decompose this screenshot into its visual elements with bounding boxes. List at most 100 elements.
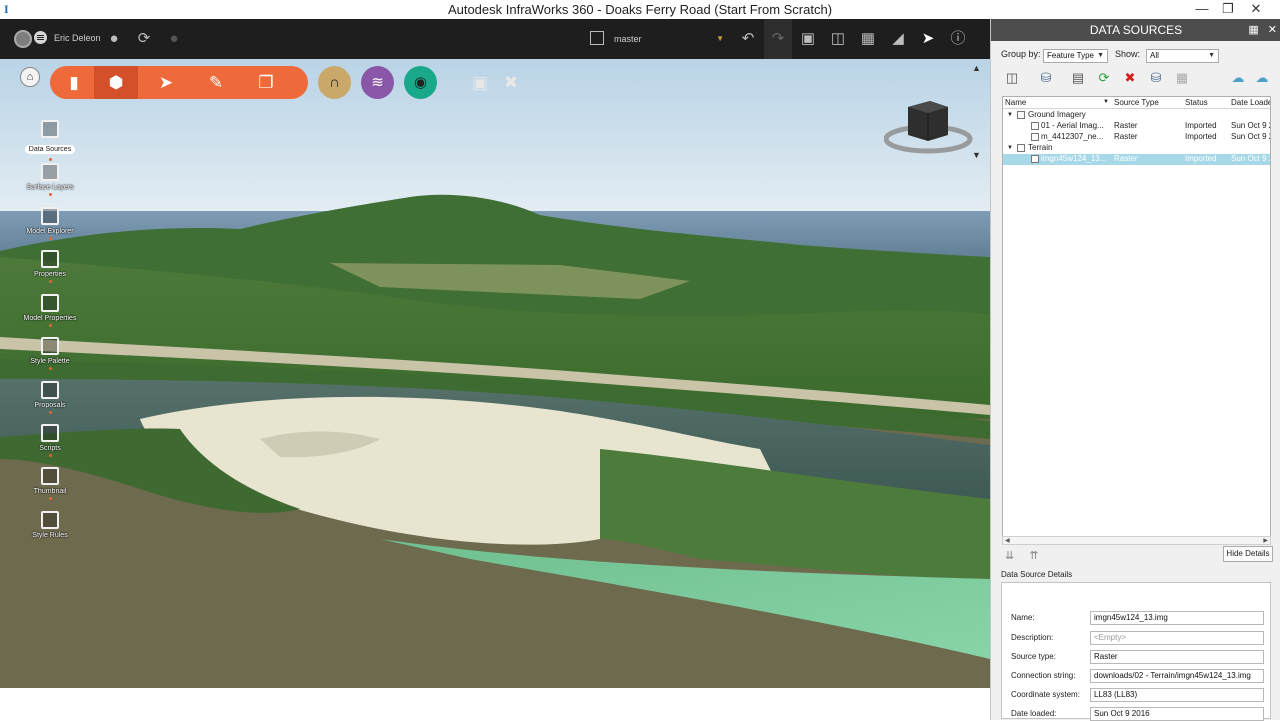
rail-item-style-rules[interactable]: Style Rules xyxy=(20,511,80,539)
rail-item-scripts[interactable]: Scripts xyxy=(20,424,80,457)
scroll-down-icon[interactable]: ▼ xyxy=(972,150,981,160)
group-row[interactable]: ▼ Terrain xyxy=(1003,143,1270,154)
sketch-tool-icon[interactable]: ✎ xyxy=(194,66,238,99)
column-header[interactable]: Status xyxy=(1185,98,1208,107)
scroll-right-icon[interactable]: ▶ xyxy=(1263,537,1268,544)
window-title: Autodesk InfraWorks 360 - Doaks Ferry Ro… xyxy=(447,2,833,17)
scroll-left-icon[interactable]: ◀ xyxy=(1005,537,1010,544)
name-field[interactable]: imgn45w124_13.img xyxy=(1090,611,1264,625)
avatar[interactable] xyxy=(14,30,32,48)
roads-tool-icon[interactable]: ∩ xyxy=(318,66,351,99)
close-icon[interactable]: ✕ xyxy=(1242,0,1270,19)
bridge-tool-icon[interactable]: ≋ xyxy=(361,66,394,99)
measure-icon[interactable]: ◢ xyxy=(888,29,908,49)
database-icon[interactable]: ⛁ xyxy=(1037,69,1055,87)
rail-item-thumbnail[interactable]: Thumbnail xyxy=(20,467,80,500)
show-select[interactable]: All ▼ xyxy=(1146,49,1219,63)
help-icon[interactable]: ⓘ xyxy=(948,29,968,49)
rail-item-style-palette[interactable]: Style Palette xyxy=(20,337,80,370)
present-icon[interactable]: ▣ xyxy=(469,72,491,94)
design-tool-icon[interactable]: ▮ xyxy=(52,66,96,99)
panel-options-icon[interactable]: ▦ xyxy=(1248,24,1258,36)
rail-dot xyxy=(48,411,52,414)
import-icon[interactable]: ☁ xyxy=(1229,69,1247,87)
group-by-select[interactable]: Feature Type ▼ xyxy=(1043,49,1108,63)
scroll-up-icon[interactable]: ▲ xyxy=(972,63,981,73)
snapshot-icon[interactable]: ▣ xyxy=(798,29,818,49)
record-icon[interactable]: ● xyxy=(104,29,124,49)
rail-item-properties[interactable]: Properties xyxy=(20,250,80,283)
connection-string-field[interactable]: downloads/02 - Terrain/imgn45w124_13.img xyxy=(1090,669,1264,683)
viewcube-icon[interactable] xyxy=(884,99,974,157)
style-palette-icon xyxy=(41,337,59,355)
branch-selector[interactable]: master ▼ xyxy=(590,29,724,49)
chevron-down-icon: ▼ xyxy=(716,34,724,43)
source-type-field[interactable]: Raster xyxy=(1090,650,1264,664)
settings-tools-icon[interactable]: ✖ xyxy=(500,72,522,94)
configure-icon[interactable]: ▤ xyxy=(1069,69,1087,87)
copy-tool-icon[interactable]: ❐ xyxy=(244,66,288,99)
folder-icon xyxy=(1017,111,1025,119)
delete-icon[interactable]: ✖ xyxy=(1121,69,1139,87)
sync-icon[interactable]: ⟳ xyxy=(134,29,154,49)
panel-close-icon[interactable]: ✕ xyxy=(1268,24,1277,36)
select-cursor-icon[interactable]: ➤ xyxy=(918,29,938,49)
properties-grid-icon[interactable]: ▦ xyxy=(1173,69,1191,87)
table-row-selected[interactable]: imgn45w124_13... Raster Imported Sun Oct… xyxy=(1003,154,1271,165)
expand-icon[interactable]: ▼ xyxy=(1007,145,1013,151)
undo-icon[interactable]: ↶ xyxy=(738,29,758,49)
branch-label: master xyxy=(614,34,642,44)
rail-item-proposals[interactable]: Proposals xyxy=(20,381,80,414)
detail-label: Source type: xyxy=(1011,652,1056,661)
expand-icon[interactable]: ▼ xyxy=(1007,112,1013,118)
rail-item-model-explorer[interactable]: Model Explorer xyxy=(20,207,80,240)
horizontal-scrollbar[interactable]: ◀ ▶ xyxy=(1002,536,1271,545)
detail-coordinate-row: Coordinate system: LL83 (LL83) xyxy=(1002,688,1272,702)
date-loaded-field[interactable]: Sun Oct 9 2016 xyxy=(1090,707,1264,721)
rail-dot xyxy=(48,193,52,196)
cloud-sync-icon[interactable]: ☁ xyxy=(1253,69,1271,87)
menu-icon[interactable] xyxy=(34,31,47,44)
sort-chevron-icon[interactable]: ▼ xyxy=(1103,99,1109,105)
collaborate-icon[interactable]: ● xyxy=(164,29,184,49)
column-header[interactable]: Date Loade xyxy=(1231,98,1270,107)
row-name: 01 - Aerial Imag... xyxy=(1041,121,1104,130)
table-row[interactable]: m_4412307_ne... Raster Imported Sun Oct … xyxy=(1003,132,1270,143)
rail-item-surface-layers[interactable]: Surface Layers xyxy=(20,163,80,196)
details-nav: ⇊ ⇈ xyxy=(1005,549,1039,562)
table-row[interactable]: 01 - Aerial Imag... Raster Imported Sun … xyxy=(1003,121,1270,132)
style-rules-icon xyxy=(41,511,59,529)
description-field[interactable]: <Empty> xyxy=(1090,631,1264,645)
column-header[interactable]: Name xyxy=(1005,98,1026,107)
home-icon[interactable]: ⌂ xyxy=(20,67,40,87)
refresh-icon[interactable]: ⟳ xyxy=(1095,69,1113,87)
hide-details-button[interactable]: Hide Details xyxy=(1223,546,1273,562)
model-viewport[interactable] xyxy=(0,19,990,688)
row-status: Imported xyxy=(1185,121,1217,130)
fullscreen-icon[interactable]: ▦ xyxy=(858,29,878,49)
group-by-label: Group by: xyxy=(1001,49,1041,59)
coordinate-system-field[interactable]: LL83 (LL83) xyxy=(1090,688,1264,702)
minimize-icon[interactable]: — xyxy=(1188,0,1216,19)
thumbnail-icon xyxy=(41,467,59,485)
column-header[interactable]: Source Type xyxy=(1114,98,1159,107)
table-header: Name ▼ Source Type Status Date Loade xyxy=(1003,97,1270,109)
select-tool-icon[interactable]: ➤ xyxy=(144,66,188,99)
add-source-icon[interactable]: ◫ xyxy=(1003,69,1021,87)
user-name[interactable]: Eric Deleon xyxy=(54,33,101,43)
group-row[interactable]: ▼ Ground Imagery xyxy=(1003,110,1270,121)
detail-label: Coordinate system: xyxy=(1011,690,1080,699)
rail-item-model-properties[interactable]: Model Properties xyxy=(20,294,80,327)
rail-dot xyxy=(48,497,52,500)
split-view-icon[interactable]: ◫ xyxy=(828,29,848,49)
drainage-tool-icon[interactable]: ◉ xyxy=(404,66,437,99)
create-tool-icon[interactable]: ⬢ xyxy=(94,66,138,99)
collapse-down-icon[interactable]: ⇊ xyxy=(1005,550,1014,562)
row-date: Sun Oct 9 2 xyxy=(1231,154,1271,163)
restore-icon[interactable]: ❐ xyxy=(1214,0,1242,19)
collapse-up-icon[interactable]: ⇈ xyxy=(1029,550,1038,562)
rail-item-data-sources[interactable]: Data Sources xyxy=(20,120,80,161)
detail-label: Name: xyxy=(1011,613,1035,622)
redo-icon[interactable]: ↷ xyxy=(768,29,788,49)
export-icon[interactable]: ⛁ xyxy=(1147,69,1165,87)
